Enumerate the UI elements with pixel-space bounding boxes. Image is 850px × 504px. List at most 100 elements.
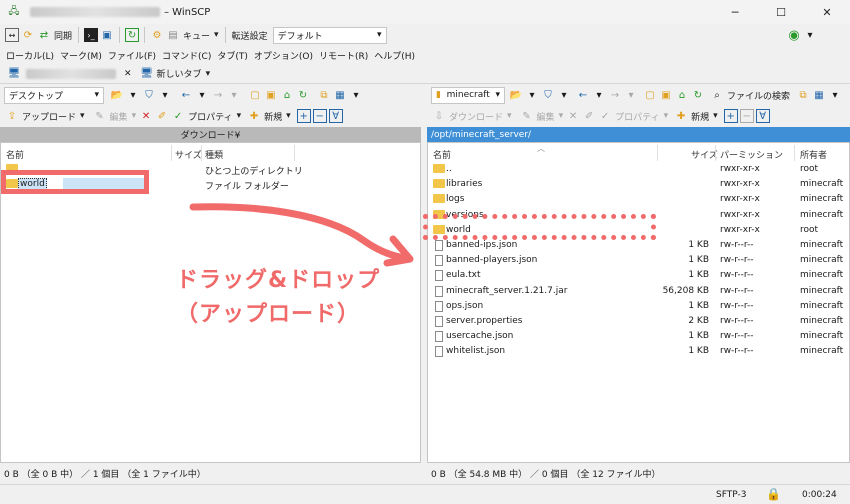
queue-dropdown-icon[interactable]: ▾ xyxy=(212,26,221,44)
chevron-down-icon[interactable]: ▾ xyxy=(126,88,140,102)
open-folder-icon[interactable]: 📂 xyxy=(110,88,124,102)
back-arrow-icon[interactable]: ← xyxy=(576,88,590,102)
properties-icon[interactable]: ✓ xyxy=(171,109,185,123)
column-size[interactable]: サイズ xyxy=(691,148,718,161)
chevron-down-icon[interactable]: ▾ xyxy=(227,88,241,102)
chevron-down-icon[interactable]: ▾ xyxy=(711,107,720,125)
new-button[interactable]: 新規 xyxy=(689,107,711,125)
chevron-down-icon[interactable]: ▾ xyxy=(235,107,244,125)
new-button[interactable]: 新規 xyxy=(262,107,284,125)
terminal-icon[interactable]: ›_ xyxy=(84,28,99,42)
new-tab-icon[interactable]: 🖥 xyxy=(140,67,154,81)
table-row[interactable]: logs rwxr-xr-x minecraft xyxy=(428,192,849,207)
chevron-down-icon[interactable]: ▾ xyxy=(557,107,566,125)
table-row[interactable]: minecraft_server.1.21.7.jar 56,208 KB rw-r… xyxy=(428,284,849,299)
globe-icon[interactable]: ◉ xyxy=(787,28,801,43)
edit-button[interactable]: 編集 xyxy=(535,107,557,125)
compare-dirs-icon[interactable]: ↔ xyxy=(5,28,19,42)
invert-selection-icon[interactable]: ∀ xyxy=(755,109,770,123)
settings-gear-icon[interactable]: ⚙ xyxy=(150,28,164,42)
chevron-down-icon[interactable]: ▾ xyxy=(505,107,514,125)
menu-item-tabs[interactable]: タブ(T) xyxy=(217,49,248,62)
table-row[interactable]: libraries rwxr-xr-x minecraft xyxy=(428,177,849,192)
select-plus-icon[interactable]: + xyxy=(296,109,311,123)
column-type[interactable]: 種類 xyxy=(205,148,223,161)
download-icon[interactable]: ⇩ xyxy=(432,109,446,123)
menu-item-commands[interactable]: コマンド(C) xyxy=(162,49,211,62)
find-files-icon[interactable]: ⌕ xyxy=(710,88,724,102)
properties-button[interactable]: プロパティ xyxy=(186,107,234,125)
redacted-session-tab[interactable] xyxy=(26,68,116,79)
find-files-button[interactable]: ファイルの検索 xyxy=(725,86,792,104)
chevron-down-icon[interactable]: ▾ xyxy=(204,65,213,83)
chevron-down-icon[interactable]: ▾ xyxy=(624,88,638,102)
rename-icon[interactable]: ✐ xyxy=(155,109,169,123)
chevron-down-icon[interactable]: ▾ xyxy=(130,107,139,125)
root-dir-icon[interactable]: ▣ xyxy=(264,88,278,102)
select-plus-icon[interactable]: + xyxy=(723,109,738,123)
select-minus-icon[interactable]: − xyxy=(739,109,754,123)
upload-icon[interactable]: ⇪ xyxy=(5,109,19,123)
menu-item-help[interactable]: ヘルプ(H) xyxy=(374,49,415,62)
invert-selection-icon[interactable]: ∀ xyxy=(328,109,343,123)
delete-icon[interactable]: ✕ xyxy=(139,109,153,123)
chevron-down-icon[interactable]: ▾ xyxy=(78,107,87,125)
filter-icon[interactable]: ⛉ xyxy=(142,88,156,102)
parent-dir-icon[interactable]: ▢ xyxy=(248,88,262,102)
view-list-icon[interactable]: ▦ xyxy=(333,88,347,102)
transfer-settings-select[interactable]: デフォルト ▾ xyxy=(272,26,387,44)
column-name[interactable]: 名前 xyxy=(433,148,451,161)
delete-icon[interactable]: ✕ xyxy=(566,109,580,123)
column-permissions[interactable]: パーミッション xyxy=(720,148,783,161)
back-arrow-icon[interactable]: ← xyxy=(179,88,193,102)
chevron-down-icon[interactable]: ▾ xyxy=(349,88,363,102)
chevron-down-icon[interactable]: ▾ xyxy=(557,88,571,102)
queue-button[interactable]: キュー xyxy=(181,26,212,44)
minimize-button[interactable]: ─ xyxy=(712,0,758,24)
chevron-down-icon[interactable]: ▾ xyxy=(284,107,293,125)
menu-item-file[interactable]: ファイル(F) xyxy=(108,49,156,62)
download-button[interactable]: ダウンロード xyxy=(447,107,505,125)
chevron-down-icon[interactable]: ▾ xyxy=(662,107,671,125)
home-icon[interactable]: ⌂ xyxy=(280,88,294,102)
right-file-panel[interactable]: 名前 ︿ サイズ パーミッション 所有者 .. rwxr-xr-x root libr… xyxy=(427,142,850,463)
edit-button[interactable]: 編集 xyxy=(108,107,130,125)
edit-icon[interactable]: ✎ xyxy=(520,109,534,123)
close-tab-icon[interactable]: ✕ xyxy=(122,65,134,83)
putty-icon[interactable]: ▣ xyxy=(100,28,114,42)
maximize-button[interactable]: ☐ xyxy=(758,0,804,24)
chevron-down-icon[interactable]: ▾ xyxy=(592,88,606,102)
refresh-icon[interactable]: ↻ xyxy=(691,88,705,102)
chevron-down-icon[interactable]: ▾ xyxy=(158,88,172,102)
upload-button[interactable]: アップロード xyxy=(20,107,78,125)
chevron-down-icon[interactable]: ▾ xyxy=(525,88,539,102)
parent-dir-icon[interactable]: ▢ xyxy=(643,88,657,102)
table-row[interactable]: server.properties 2 KB rw-r--r-- minecraft xyxy=(428,314,849,329)
forward-arrow-icon[interactable]: → xyxy=(211,88,225,102)
table-row[interactable]: banned-ips.json 1 KB rw-r--r-- minecraft xyxy=(428,238,849,253)
chevron-down-icon[interactable]: ▾ xyxy=(195,88,209,102)
new-icon[interactable]: ✚ xyxy=(674,109,688,123)
sync-button[interactable]: 同期 xyxy=(52,26,74,44)
synchronize-browse-icon[interactable]: ⟳ xyxy=(21,28,35,42)
home-icon[interactable]: ⌂ xyxy=(675,88,689,102)
column-size[interactable]: サイズ xyxy=(175,148,202,161)
tree-view-icon[interactable]: ⧉ xyxy=(317,88,331,102)
refresh-icon[interactable]: ↻ xyxy=(125,28,140,42)
properties-button[interactable]: プロパティ xyxy=(613,107,661,125)
table-row[interactable]: usercache.json 1 KB rw-r--r-- minecraft xyxy=(428,329,849,344)
close-button[interactable]: ✕ xyxy=(804,0,850,24)
sync-icon[interactable]: ⇄ xyxy=(37,28,51,42)
table-row[interactable]: banned-players.json 1 KB rw-r--r-- minecraf… xyxy=(428,253,849,268)
edit-icon[interactable]: ✎ xyxy=(93,109,107,123)
root-dir-icon[interactable]: ▣ xyxy=(659,88,673,102)
table-row[interactable]: .. rwxr-xr-x root xyxy=(428,162,849,177)
left-location-select[interactable]: デスクトップ ▾ xyxy=(4,86,104,104)
filter-icon[interactable]: ⛉ xyxy=(541,88,555,102)
right-location-select[interactable]: ▮ minecraft ▾ xyxy=(431,86,505,104)
properties-icon[interactable]: ✓ xyxy=(598,109,612,123)
queue-icon[interactable]: ▤ xyxy=(166,28,180,42)
open-folder-icon[interactable]: 📂 xyxy=(509,88,523,102)
menu-item-remote[interactable]: リモート(R) xyxy=(319,49,368,62)
new-tab-button[interactable]: 新しいタブ xyxy=(155,65,204,83)
